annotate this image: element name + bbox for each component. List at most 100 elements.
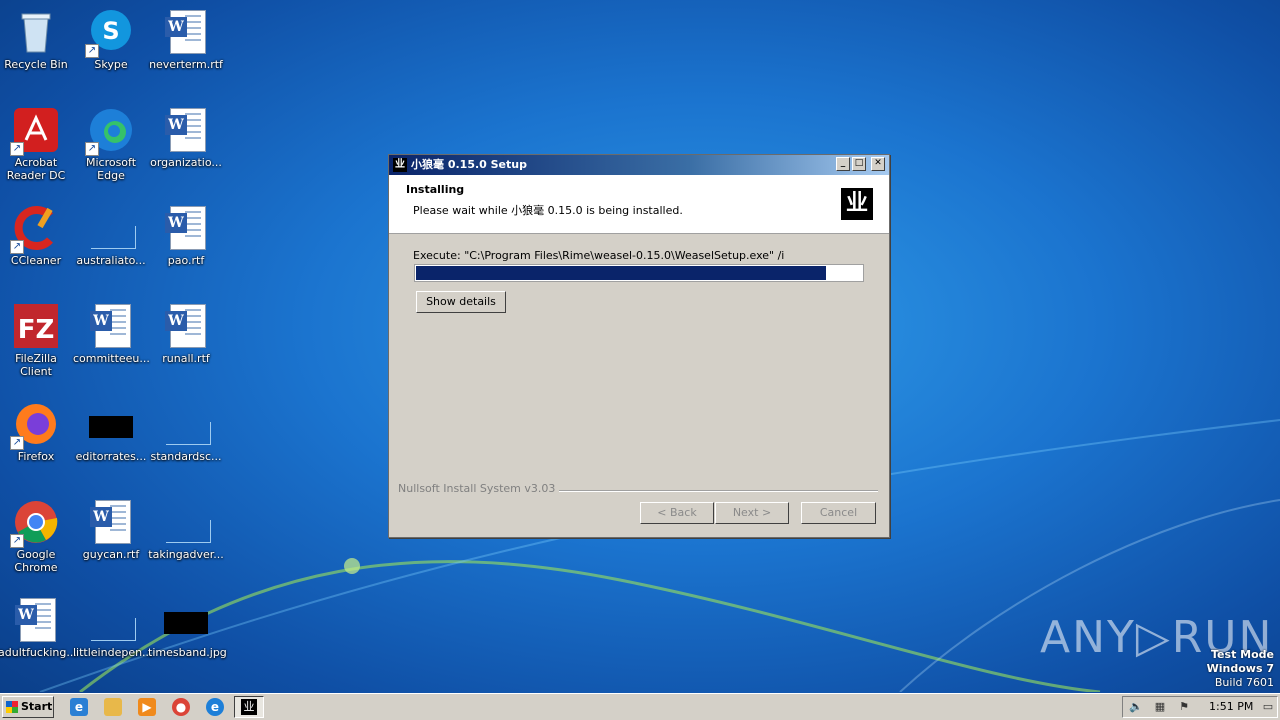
installer-titlebar[interactable]: 业 小狼毫 0.15.0 Setup _ □ ✕ — [389, 155, 889, 175]
desktop-icon-label: Microsoft Edge — [85, 156, 137, 182]
word-document-icon: W — [90, 304, 131, 348]
os-label: Windows 7 — [1206, 662, 1274, 675]
desktop-icon-label: pao.rtf — [167, 254, 205, 267]
desktop-icon-takingadver[interactable]: takingadver... — [148, 494, 224, 588]
black-thumbnail-icon — [164, 612, 208, 634]
recycle-bin-icon — [21, 13, 51, 53]
start-button[interactable]: Start — [2, 696, 54, 718]
word-document-icon: W — [165, 10, 206, 54]
shortcut-arrow-icon: ↗ — [85, 44, 99, 58]
start-label: Start — [21, 700, 53, 713]
explorer-icon[interactable] — [104, 698, 122, 716]
window-title: 小狼毫 0.15.0 Setup — [411, 158, 527, 171]
edge-icon[interactable]: e — [206, 698, 224, 716]
shortcut-arrow-icon: ↗ — [10, 142, 24, 156]
desktop-icon-label: organizatio... — [150, 156, 222, 169]
desktop-icon-editorrates[interactable]: editorrates... — [73, 396, 149, 490]
desktop-icon-committeeu[interactable]: W committeeu... — [73, 298, 150, 392]
desktop-icon-standardsc[interactable]: standardsc... — [148, 396, 224, 490]
shortcut-arrow-icon: ↗ — [10, 240, 24, 254]
word-document-icon: W — [165, 206, 206, 250]
desktop-icon-acrobat[interactable]: ↗ Acrobat Reader DC — [0, 102, 74, 196]
desktop-icon-label: Google Chrome — [14, 548, 58, 574]
desktop-icon-chrome[interactable]: ↗ Google Chrome — [0, 494, 74, 588]
blank-file-icon — [166, 422, 211, 445]
app-logo-icon: 业 — [241, 699, 257, 715]
desktop-icon-pao[interactable]: W pao.rtf — [148, 200, 224, 294]
build-label: Build 7601 — [1214, 676, 1274, 689]
install-progress-bar — [414, 264, 864, 282]
page-subtitle: Please wait while 小狼毫 0.15.0 is being in… — [413, 204, 683, 217]
word-document-icon: W — [15, 598, 56, 642]
volume-icon[interactable]: 🔈 — [1129, 700, 1143, 714]
progress-fill — [416, 266, 827, 280]
desktop-icon-label: adultfucking... — [0, 646, 77, 659]
clock[interactable]: 1:51 PM — [1209, 697, 1253, 717]
header-logo-icon: 业 — [841, 188, 873, 220]
app-logo-icon: 业 — [393, 158, 407, 172]
filezilla-icon: FZ — [14, 304, 58, 348]
shortcut-arrow-icon: ↗ — [85, 142, 99, 156]
windows-flag-icon — [6, 701, 18, 713]
taskbar-installer-button[interactable]: 业 — [234, 696, 264, 718]
media-player-icon[interactable]: ▶ — [138, 698, 156, 716]
desktop-icon-littleindepen[interactable]: littleindepen... — [73, 592, 153, 686]
desktop-icon-label: guycan.rtf — [82, 548, 140, 561]
desktop-icon-label: neverterm.rtf — [149, 58, 223, 71]
desktop-icon-label: committeeu... — [73, 352, 150, 365]
desktop-icon-firefox[interactable]: ↗ Firefox — [0, 396, 74, 490]
desktop-icon-skype[interactable]: S ↗ Skype — [73, 4, 149, 98]
maximize-button[interactable]: □ — [852, 157, 866, 171]
desktop-icon-edge[interactable]: ↗ Microsoft Edge — [73, 102, 149, 196]
desktop-icon-adultfucking[interactable]: W adultfucking... — [0, 592, 77, 686]
desktop-icon-label: littleindepen... — [73, 646, 153, 659]
nsis-branding: Nullsoft Install System v3.03 — [398, 482, 560, 495]
shortcut-arrow-icon: ↗ — [10, 436, 24, 450]
desktop-icon-recycle-bin[interactable]: Recycle Bin — [0, 4, 74, 98]
word-document-icon: W — [165, 108, 206, 152]
desktop-icon-label: standardsc... — [150, 450, 222, 463]
desktop-icon-label: takingadver... — [148, 548, 224, 561]
desktop-icon-label: Firefox — [17, 450, 55, 463]
desktop-icon-timesband[interactable]: timesband.jpg — [148, 592, 227, 686]
desktop-icon-label: Recycle Bin — [4, 58, 68, 71]
desktop-icon-ccleaner[interactable]: ↗ CCleaner — [0, 200, 74, 294]
desktop-icon-label: editorrates... — [75, 450, 147, 463]
execute-status-text: Execute: "C:\Program Files\Rime\weasel-0… — [413, 249, 785, 262]
desktop-icon-neverterm[interactable]: W neverterm.rtf — [148, 4, 224, 98]
svg-text:FZ: FZ — [18, 315, 55, 345]
desktop-icon-guycan[interactable]: W guycan.rtf — [73, 494, 149, 588]
desktop-icon-label: australiato... — [76, 254, 146, 267]
word-document-icon: W — [165, 304, 206, 348]
chrome-icon[interactable]: ● — [172, 698, 190, 716]
desktop-icon-label: FileZilla Client — [15, 352, 57, 378]
desktop-icon-label: timesband.jpg — [148, 646, 227, 659]
test-mode-label: Test Mode — [1211, 648, 1274, 661]
blank-file-icon — [166, 520, 211, 543]
shortcut-arrow-icon: ↗ — [10, 534, 24, 548]
close-button[interactable]: ✕ — [871, 157, 885, 171]
svg-text:S: S — [102, 17, 119, 45]
desktop-icon-runall[interactable]: W runall.rtf — [148, 298, 224, 392]
blank-file-icon — [91, 618, 136, 641]
show-desktop-icon[interactable]: ▭ — [1261, 700, 1275, 714]
back-button[interactable]: < Back — [640, 502, 714, 524]
word-document-icon: W — [90, 500, 131, 544]
action-center-flag-icon[interactable]: ⚑ — [1177, 700, 1191, 714]
page-title: Installing — [406, 183, 465, 196]
system-tray: 🔈 ▦ ⚑ 1:51 PM ▭ — [1122, 696, 1278, 718]
black-thumbnail-icon — [89, 416, 133, 438]
desktop-icon-label: runall.rtf — [162, 352, 210, 365]
network-icon[interactable]: ▦ — [1153, 700, 1167, 714]
show-details-button[interactable]: Show details — [416, 291, 506, 313]
minimize-button[interactable]: _ — [836, 157, 850, 171]
desktop-icon-australiato[interactable]: australiato... — [73, 200, 149, 294]
desktop-icon-filezilla[interactable]: FZ FileZilla Client — [0, 298, 74, 392]
ie-icon[interactable]: e — [70, 698, 88, 716]
desktop-icon-organizatio[interactable]: W organizatio... — [148, 102, 224, 196]
desktop-icon-label: CCleaner — [10, 254, 62, 267]
cancel-button[interactable]: Cancel — [801, 502, 876, 524]
taskbar: Start e ▶ ● e 业 🔈 ▦ ⚑ 1:51 PM ▭ — [0, 693, 1280, 720]
next-button[interactable]: Next > — [715, 502, 789, 524]
desktop-icon-label: Skype — [94, 58, 128, 71]
